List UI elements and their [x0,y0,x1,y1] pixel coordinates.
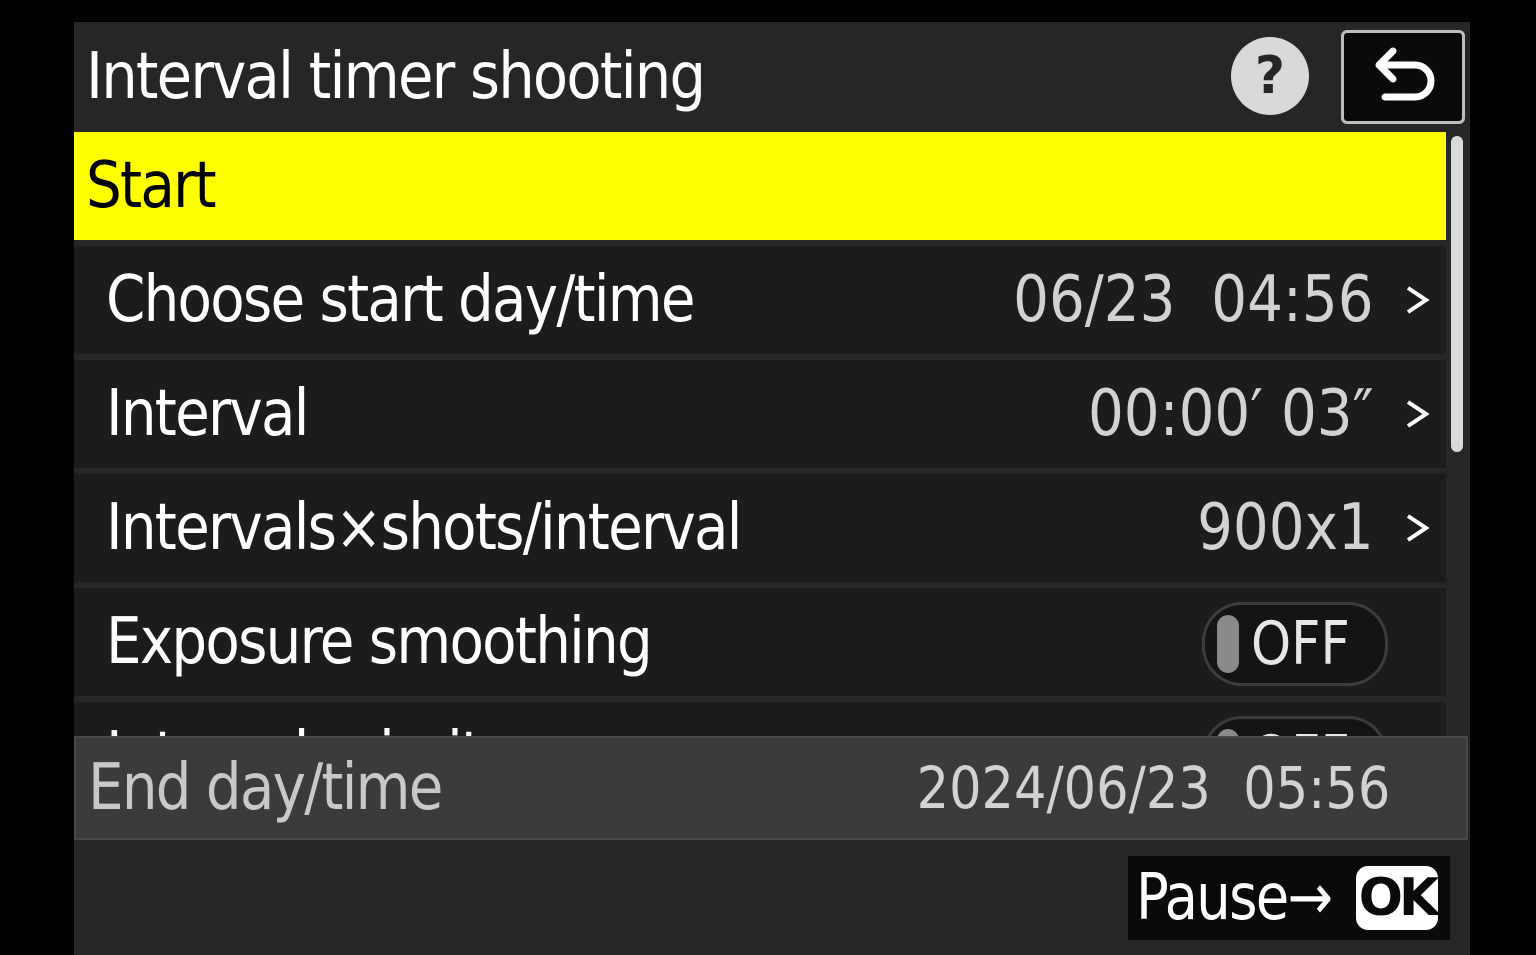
menu-item-label: Choose start day/time [106,263,696,337]
menu-item-label: Exposure smoothing [106,605,653,679]
menu-item-label: Interval priority [106,702,515,736]
scrollbar[interactable] [1451,136,1463,452]
menu-item-intervals-shots[interactable]: Intervals×shots/interval 900x1 [74,474,1446,582]
menu-item-choose-start-day-time[interactable]: Choose start day/time 06/23 04:56 [74,246,1446,354]
exposure-smoothing-toggle[interactable]: OFF [1202,602,1388,686]
ok-button-icon: OK [1356,866,1439,930]
toggle-knob [1217,615,1239,673]
interval-priority-toggle[interactable]: OFF [1202,716,1388,736]
help-icon[interactable]: ? [1231,37,1309,115]
footer: Pause→ OK [74,844,1470,955]
menu-item-label: Start [86,149,217,223]
menu-header: Interval timer shooting ? [74,22,1470,132]
menu-item-value: 00:00′ 03″ [1088,377,1374,451]
menu-item-value: 900x1 [1197,491,1374,565]
back-return-icon [1375,47,1435,101]
menu-item-interval[interactable]: Interval 00:00′ 03″ [74,360,1446,468]
end-day-time-label: End day/time [88,751,443,825]
chevron-right-icon [1406,400,1430,428]
menu-item-label: Interval [106,377,309,451]
toggle-knob [1217,729,1239,736]
menu-item-start[interactable]: Start [74,132,1446,240]
chevron-right-icon [1406,286,1430,314]
page-title: Interval timer shooting [86,40,706,114]
camera-menu-screen: Interval timer shooting ? Start Choose s… [74,22,1470,955]
pause-ok-hint[interactable]: Pause→ OK [1128,856,1450,940]
pause-label: Pause→ [1136,861,1333,935]
back-button[interactable] [1341,30,1465,124]
menu-item-exposure-smoothing[interactable]: Exposure smoothing OFF [74,588,1446,696]
chevron-right-icon [1406,514,1430,542]
menu-list: Start Choose start day/time 06/23 04:56 … [74,132,1446,736]
toggle-state: OFF [1251,719,1350,736]
menu-item-label: Intervals×shots/interval [106,491,742,565]
menu-item-value: 06/23 04:56 [1013,263,1374,337]
end-day-time-bar: End day/time 2024/06/23 05:56 [74,736,1468,840]
menu-item-interval-priority[interactable]: Interval priority OFF [74,702,1446,736]
end-day-time-value: 2024/06/23 05:56 [916,754,1390,822]
toggle-state: OFF [1251,609,1350,679]
